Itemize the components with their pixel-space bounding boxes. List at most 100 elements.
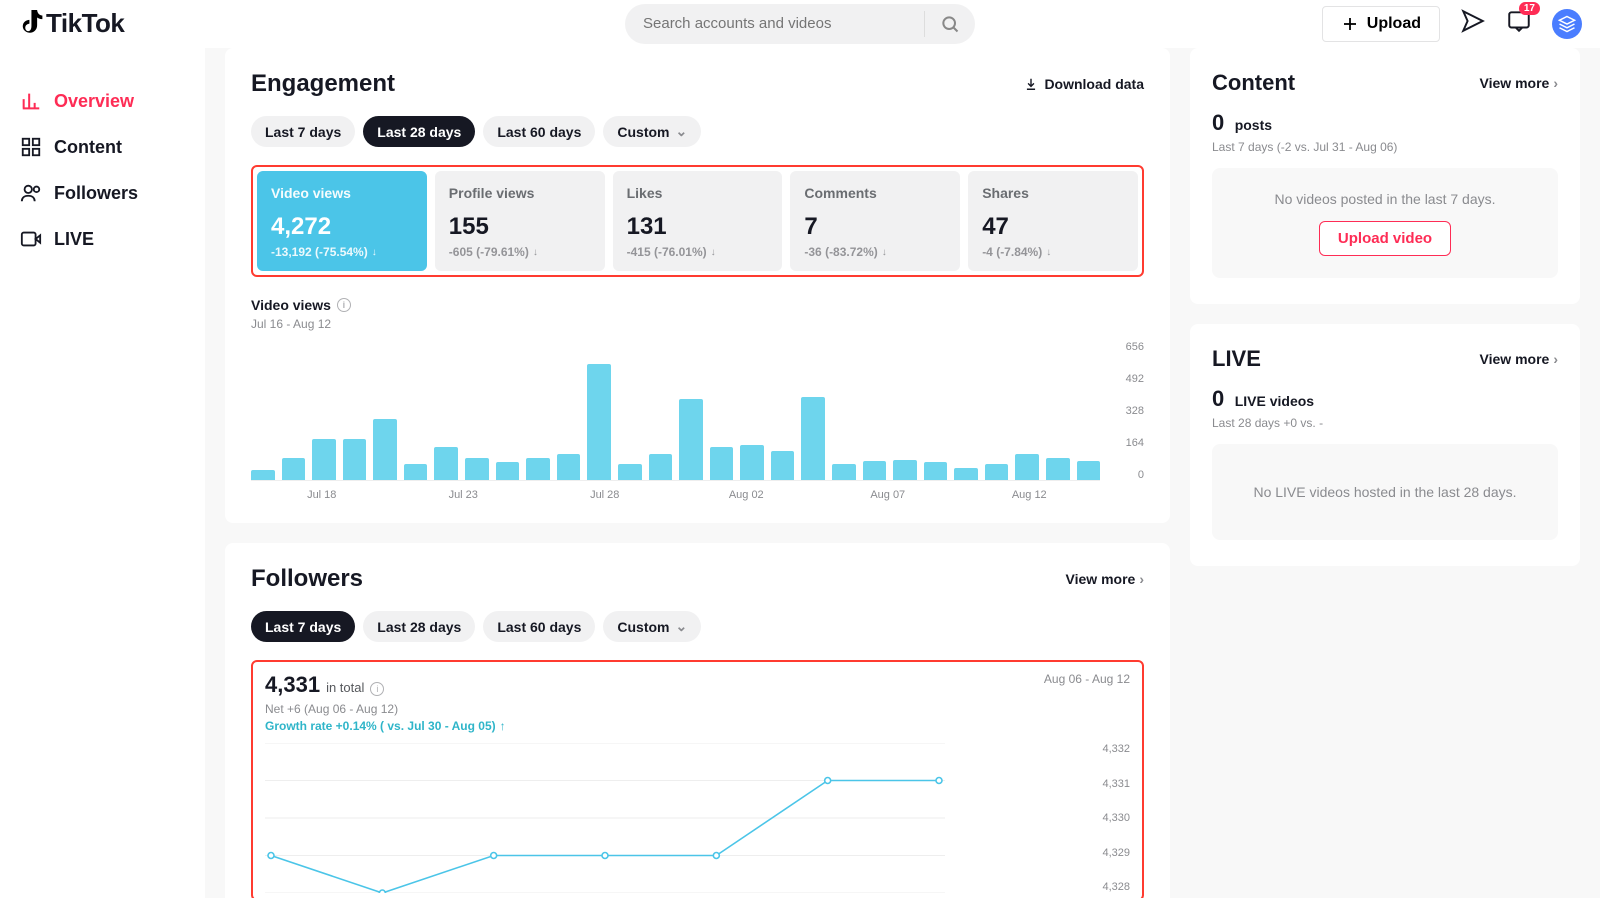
send-icon [1460, 8, 1486, 34]
metric-tile[interactable]: Comments 7 -36 (-83.72%) ↓ [790, 171, 960, 271]
video-views-bar-chart: 6564923281640 Jul 18Jul 23Jul 28Aug 02Au… [251, 341, 1144, 501]
info-icon[interactable]: i [370, 682, 384, 696]
info-icon[interactable]: i [337, 298, 351, 312]
engagement-metrics-row: Video views 4,272 -13,192 (-75.54%) ↓Pro… [251, 165, 1144, 277]
grid-icon [20, 136, 42, 158]
arrow-down-icon: ↓ [1046, 247, 1051, 258]
metric-change: -415 (-76.01%) ↓ [627, 245, 769, 259]
followers-range-pills: Last 7 days Last 28 days Last 60 days Custo… [251, 611, 1144, 642]
chart-bar[interactable] [312, 439, 336, 480]
chart-bar[interactable] [740, 445, 764, 480]
followers-view-more[interactable]: View more › [1066, 571, 1144, 587]
metric-label: Comments [804, 185, 946, 201]
content-empty-state: No videos posted in the last 7 days. Upl… [1212, 168, 1558, 278]
metric-label: Profile views [449, 185, 591, 201]
metric-label: Shares [982, 185, 1124, 201]
sidebar-item-label: LIVE [54, 229, 94, 250]
sidebar-item-overview[interactable]: Overview [18, 78, 197, 124]
upload-button[interactable]: Upload [1322, 6, 1440, 42]
live-subtext: Last 28 days +0 vs. - [1212, 416, 1558, 430]
chart-bar[interactable] [954, 468, 978, 480]
search-button[interactable] [925, 14, 975, 34]
range-pill[interactable]: Last 60 days [483, 611, 595, 642]
chart-bar[interactable] [404, 464, 428, 480]
metric-label: Video views [271, 185, 413, 201]
chart-bar[interactable] [251, 470, 275, 480]
metric-value: 155 [449, 213, 591, 241]
range-pill[interactable]: Last 7 days [251, 611, 355, 642]
chart-bar[interactable] [618, 464, 642, 480]
chart-bar[interactable] [1046, 458, 1070, 480]
range-pill[interactable]: Last 28 days [363, 116, 475, 147]
content-view-more[interactable]: View more › [1480, 75, 1558, 91]
range-pill[interactable]: Last 7 days [251, 116, 355, 147]
live-view-more[interactable]: View more › [1480, 351, 1558, 367]
chart-bar[interactable] [832, 464, 856, 480]
chart-bar[interactable] [587, 364, 611, 480]
video-views-chart-block: Video views i Jul 16 - Aug 12 6564923281… [251, 297, 1144, 501]
brand-logo[interactable]: TikTok [18, 8, 124, 39]
chart-bar[interactable] [343, 439, 367, 480]
metric-value: 47 [982, 213, 1124, 241]
content-summary-card: Content View more › 0 posts Last 7 days … [1190, 48, 1580, 304]
live-empty-state: No LIVE videos hosted in the last 28 day… [1212, 444, 1558, 540]
range-pill[interactable]: Custom⌄ [603, 611, 701, 642]
followers-growth-text: Growth rate +0.14% ( vs. Jul 30 - Aug 05… [265, 719, 506, 733]
chart-bar[interactable] [1015, 454, 1039, 480]
followers-total-value: 4,331 [265, 672, 320, 698]
metric-value: 131 [627, 213, 769, 241]
search-input[interactable] [643, 15, 924, 32]
range-pill[interactable]: Custom⌄ [603, 116, 701, 147]
metric-label: Likes [627, 185, 769, 201]
chart-bar[interactable] [985, 464, 1009, 480]
metric-tile[interactable]: Likes 131 -415 (-76.01%) ↓ [613, 171, 783, 271]
range-pill[interactable]: Last 60 days [483, 116, 595, 147]
chart-bar[interactable] [710, 447, 734, 480]
chart-bar[interactable] [863, 461, 887, 480]
chart-subtitle: Jul 16 - Aug 12 [251, 317, 1144, 331]
sidebar-item-live[interactable]: LIVE [18, 216, 197, 262]
content-count: 0 [1212, 110, 1224, 136]
followers-total-label: in total [326, 680, 364, 695]
page-body: Overview Content Followers LIVE Engageme… [0, 48, 1600, 898]
metric-tile[interactable]: Profile views 155 -605 (-79.61%) ↓ [435, 171, 605, 271]
engagement-card: Engagement Download data Last 7 daysLast… [225, 48, 1170, 523]
arrow-down-icon: ↓ [533, 247, 538, 258]
metric-tile[interactable]: Shares 47 -4 (-7.84%) ↓ [968, 171, 1138, 271]
chart-bar[interactable] [893, 460, 917, 480]
search-bar[interactable] [625, 4, 975, 44]
profile-avatar[interactable] [1552, 9, 1582, 39]
messages-button[interactable] [1460, 8, 1486, 39]
chart-bar[interactable] [801, 397, 825, 480]
metric-tile[interactable]: Video views 4,272 -13,192 (-75.54%) ↓ [257, 171, 427, 271]
chevron-right-icon: › [1553, 75, 1558, 91]
chart-bar[interactable] [373, 419, 397, 480]
chart-bar[interactable] [526, 458, 550, 480]
range-pill[interactable]: Last 28 days [363, 611, 475, 642]
chart-bar[interactable] [465, 458, 489, 480]
upload-video-button[interactable]: Upload video [1319, 221, 1451, 256]
followers-title: Followers [251, 565, 363, 593]
inbox-button[interactable]: 17 [1506, 8, 1532, 39]
chart-bar[interactable] [557, 454, 581, 480]
chart-bar[interactable] [649, 454, 673, 480]
download-data-button[interactable]: Download data [1024, 76, 1144, 92]
header-actions: Upload 17 [1322, 6, 1582, 42]
engagement-range-pills: Last 7 days Last 28 days Last 60 days Custo… [251, 116, 1144, 147]
chart-bar[interactable] [282, 458, 306, 480]
sidebar-item-content[interactable]: Content [18, 124, 197, 170]
chart-bar[interactable] [924, 462, 948, 480]
chart-bar[interactable] [771, 451, 795, 480]
chart-bar[interactable] [679, 399, 703, 480]
arrow-down-icon: ↓ [711, 247, 716, 258]
brand-text: TikTok [46, 8, 124, 39]
sidebar-item-followers[interactable]: Followers [18, 170, 197, 216]
followers-range-text: Aug 06 - Aug 12 [1044, 672, 1130, 686]
arrow-up-icon: ↑ [500, 719, 506, 733]
chart-bar[interactable] [496, 462, 520, 480]
metric-change: -13,192 (-75.54%) ↓ [271, 245, 413, 259]
metric-value: 4,272 [271, 213, 413, 241]
chart-bar[interactable] [1077, 461, 1101, 480]
chart-bar[interactable] [434, 447, 458, 480]
inbox-badge: 17 [1519, 2, 1540, 15]
